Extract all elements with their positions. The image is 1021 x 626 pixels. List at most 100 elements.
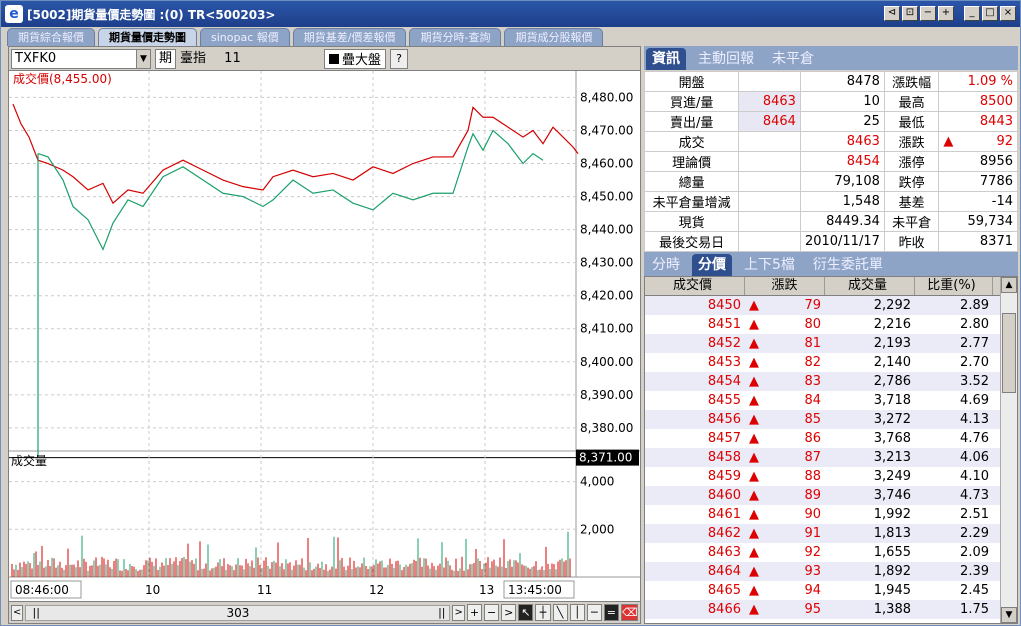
tab-derivative-orders[interactable]: 衍生委託單 [807,254,889,276]
tab-price-distribution[interactable]: 分價 [692,254,732,276]
volume-series-label: 成交量 [11,453,47,468]
ratio-cell: 4.73 [960,488,989,503]
info-row: 現貨 8449.34 未平倉 59,734 [643,211,1018,232]
tab-price-volume-chart[interactable]: 期貨量價走勢圖 [98,28,197,46]
col-change[interactable]: 漲跌 [745,277,825,295]
up-arrow-icon: ▲ [749,507,759,522]
volume-cell: 1,388 [873,602,911,617]
col-price[interactable]: 成交價 [645,277,745,295]
grow-button[interactable]: + [938,6,954,21]
help-button[interactable]: ? [390,48,409,69]
zoom-out-button[interactable]: − [484,604,500,621]
minimize-button[interactable]: _ [964,6,980,21]
tab-sinopac-quote[interactable]: sinopac 報價 [200,28,290,46]
vertical-line-tool-icon[interactable]: │ [569,604,585,621]
volume-cell: 3,746 [873,488,911,503]
scroll-left-button[interactable]: < [11,604,24,621]
price-cell: 8450 [707,298,741,313]
list-item[interactable]: 8464 ▲ 93 1,892 2.39 [645,562,1017,581]
list-scrollbar[interactable]: ▲ ▼ [1000,277,1017,623]
change-cell: ▲ 83 [749,374,821,389]
price-tick-label: 8,380.00 [580,421,633,435]
info-value [738,171,801,192]
delete-line-tool-icon[interactable]: = [603,604,619,621]
index-month: 11 [224,50,241,66]
list-item[interactable]: 8451 ▲ 80 2,216 2.80 [645,315,1017,334]
tab-constituents[interactable]: 期貨成分股報價 [504,28,604,46]
info-tabs: 資訊 主動回報 未平倉 [644,46,1018,70]
maximize-button[interactable]: □ [982,6,998,21]
volume-cell: 3,249 [873,469,911,484]
list-item[interactable]: 8454 ▲ 83 2,786 3.52 [645,372,1017,391]
ratio-cell: 2.09 [960,545,989,560]
list-item[interactable]: 8461 ▲ 90 1,992 2.51 [645,505,1017,524]
overlay-index-checkbox[interactable]: 疊大盤 [324,48,387,69]
col-ratio[interactable]: 比重(%) [915,277,993,295]
overlay-index-label: 疊大盤 [342,53,382,68]
list-item[interactable]: 8465 ▲ 94 1,945 2.45 [645,581,1017,600]
up-arrow-icon: ▲ [749,355,759,370]
list-item[interactable]: 8458 ▲ 87 3,213 4.06 [645,448,1017,467]
ratio-cell: 2.45 [960,583,989,598]
tab-info[interactable]: 資訊 [646,48,686,70]
list-item[interactable]: 8450 ▲ 79 2,292 2.89 [645,296,1017,315]
list-item[interactable]: 8452 ▲ 81 2,193 2.77 [645,334,1017,353]
tab-time-sales[interactable]: 分時 [646,254,686,276]
tab-five-levels[interactable]: 上下5檔 [738,254,801,276]
eraser-tool-icon[interactable]: ⌫ [620,604,638,621]
horizontal-line-tool-icon[interactable]: ─ [586,604,602,621]
list-item[interactable]: 8466 ▲ 95 1,388 1.75 [645,600,1017,619]
symbol-select[interactable]: TXFK0 ▼ [11,48,151,69]
scroll-down-icon[interactable]: ▼ [1001,607,1017,623]
list-item[interactable]: 8463 ▲ 92 1,655 2.09 [645,543,1017,562]
scroll-right-button[interactable]: > [452,604,465,621]
tab-tick-query[interactable]: 期貨分時-查詢 [409,28,502,46]
volume-cell: 1,945 [873,583,911,598]
price-volume-chart[interactable]: 8,480.00 8,470.00 8,460.00 8,450.00 8,440.00… [9,71,640,603]
restore-window-button[interactable]: ⊡ [902,6,918,21]
list-item[interactable]: 8457 ▲ 86 3,768 4.76 [645,429,1017,448]
pointer-tool-icon[interactable]: ↖ [518,604,534,621]
scroll-thumb[interactable] [1002,313,1016,393]
list-item[interactable]: 8455 ▲ 84 3,718 4.69 [645,391,1017,410]
ratio-cell: 4.69 [960,393,989,408]
price-cell: 8463 [707,545,741,560]
info-value [738,231,801,252]
volume-cell: 1,992 [873,507,911,522]
info-label: 漲停 [883,151,940,172]
tab-basis-spread[interactable]: 期貨基差/價差報價 [292,28,407,46]
step-forward-button[interactable]: > [501,604,517,621]
price-tick-label: 8,480.00 [580,90,633,104]
shrink-button[interactable]: − [920,6,936,21]
chevron-down-icon[interactable]: ▼ [136,49,150,68]
info-value: 8464 [738,111,801,132]
tab-active-report[interactable]: 主動回報 [692,48,760,70]
volume-cell: 2,786 [873,374,911,389]
ratio-cell: 2.80 [960,317,989,332]
list-item[interactable]: 8462 ▲ 91 1,813 2.29 [645,524,1017,543]
list-item[interactable]: 8453 ▲ 82 2,140 2.70 [645,353,1017,372]
tab-open-interest[interactable]: 未平倉 [766,48,820,70]
col-volume[interactable]: 成交量 [825,277,915,295]
tab-futures-summary[interactable]: 期貨綜合報價 [7,28,95,46]
title-bar[interactable]: e [5002]期貨量價走勢圖 :(0) TR<500203> ⊲ ⊡ − + … [1,1,1020,27]
info-label: 現貨 [643,211,740,232]
crosshair-tool-icon[interactable]: ┼ [535,604,551,621]
volume-cell: 2,292 [873,298,911,313]
zoom-in-button[interactable]: + [466,604,483,621]
scroll-up-icon[interactable]: ▲ [1001,277,1017,293]
list-item[interactable]: 8456 ▲ 85 3,272 4.13 [645,410,1017,429]
up-arrow-icon: ▲ [749,602,759,617]
x-tick-label: 10 [145,583,160,597]
trendline-tool-icon[interactable]: ╲ [552,604,568,621]
list-item[interactable]: 8460 ▲ 89 3,746 4.73 [645,486,1017,505]
list-item[interactable]: 8459 ▲ 88 3,249 4.10 [645,467,1017,486]
change-cell: ▲ 87 [749,450,821,465]
scroll-track[interactable]: || 303 || [25,604,451,621]
price-tick-label: 8,420.00 [580,289,633,303]
close-button[interactable]: × [1000,6,1016,21]
price-cell: 8457 [707,431,741,446]
info-value [738,71,801,92]
prev-window-button[interactable]: ⊲ [884,6,900,21]
info-label: 漲跌幅 [883,71,940,92]
